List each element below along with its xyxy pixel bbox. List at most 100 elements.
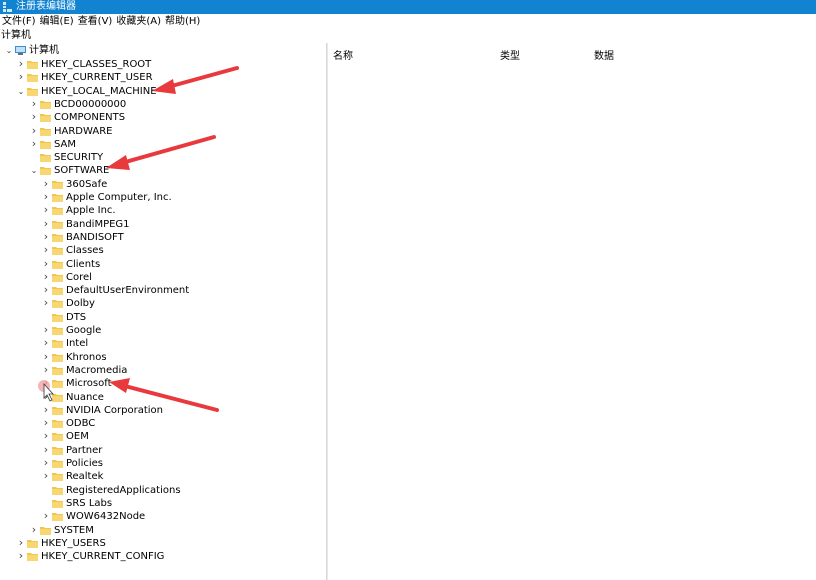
window-title: 注册表编辑器 xyxy=(16,1,76,12)
folder-icon xyxy=(52,499,63,508)
chevron-right-icon[interactable]: › xyxy=(41,391,51,403)
menu-help[interactable]: 帮助(H) xyxy=(163,14,202,29)
tree-key-label: DefaultUserEnvironment xyxy=(66,285,190,297)
chevron-right-icon[interactable]: › xyxy=(41,178,51,190)
folder-icon xyxy=(52,340,63,349)
values-list[interactable]: 名称 类型 数据 xyxy=(329,43,816,580)
tree-key-label: SRS Labs xyxy=(66,497,113,509)
chevron-right-icon[interactable]: › xyxy=(41,284,51,296)
folder-icon xyxy=(52,327,63,335)
chevron-right-icon[interactable]: › xyxy=(41,510,51,522)
tree-key-label: Apple Inc. xyxy=(66,205,116,217)
chevron-right-icon[interactable]: › xyxy=(41,271,51,283)
chevron-right-icon[interactable]: › xyxy=(16,550,26,562)
folder-icon xyxy=(52,420,63,429)
tree-key-label: Macromedia xyxy=(66,364,128,376)
tree-key-label: BANDISOFT xyxy=(66,231,124,243)
chevron-right-icon[interactable]: › xyxy=(41,218,51,230)
folder-icon xyxy=(40,100,51,109)
tree-key-label: HKEY_USERS xyxy=(41,537,106,549)
chevron-right-icon[interactable]: › xyxy=(41,444,51,456)
chevron-right-icon[interactable]: › xyxy=(41,377,51,389)
folder-icon xyxy=(52,194,63,202)
chevron-right-icon[interactable]: › xyxy=(16,537,26,549)
tree-key-label: HARDWARE xyxy=(54,125,113,137)
chevron-right-icon[interactable]: › xyxy=(29,138,39,150)
tree-key-label: SECURITY xyxy=(54,152,104,164)
chevron-right-icon[interactable]: › xyxy=(41,417,51,429)
pane-splitter[interactable] xyxy=(326,43,328,580)
chevron-right-icon[interactable]: › xyxy=(16,58,26,70)
folder-icon xyxy=(40,526,51,535)
chevron-right-icon[interactable]: › xyxy=(41,191,51,203)
folder-icon xyxy=(52,433,63,442)
folder-icon xyxy=(52,406,63,415)
folder-icon xyxy=(27,553,38,562)
tree-key-label: WOW6432Node xyxy=(66,511,146,523)
address-bar[interactable]: 计算机 xyxy=(0,29,816,43)
chevron-right-icon[interactable]: › xyxy=(29,111,39,123)
chevron-right-icon[interactable]: › xyxy=(29,524,39,536)
chevron-right-icon[interactable]: › xyxy=(16,71,26,83)
address-path: 计算机 xyxy=(1,30,31,41)
tree-key-label: 360Safe xyxy=(66,178,108,190)
folder-icon xyxy=(52,273,63,282)
chevron-down-icon[interactable]: ⌄ xyxy=(29,165,39,176)
tree-key-label: HKEY_CLASSES_ROOT xyxy=(41,59,152,70)
tree-key-label: OEM xyxy=(66,431,89,443)
column-header-data[interactable]: 数据 xyxy=(594,47,614,62)
folder-icon xyxy=(52,353,63,362)
folder-icon xyxy=(52,207,63,216)
chevron-down-icon[interactable]: ⌄ xyxy=(16,86,26,97)
chevron-down-icon[interactable]: ⌄ xyxy=(4,45,14,56)
column-header-name[interactable]: 名称 xyxy=(333,47,353,62)
chevron-right-icon[interactable]: › xyxy=(41,457,51,469)
column-header-type[interactable]: 类型 xyxy=(500,47,520,62)
folder-icon xyxy=(27,87,38,96)
tree-key-label: Apple Computer, Inc. xyxy=(66,192,172,203)
tree-key-label: Khronos xyxy=(66,351,107,363)
menu-edit[interactable]: 编辑(E) xyxy=(38,14,76,29)
folder-icon xyxy=(52,180,63,189)
tree-key-label: Intel xyxy=(66,338,89,350)
folder-icon xyxy=(52,233,63,242)
chevron-right-icon[interactable]: › xyxy=(41,244,51,256)
tree-key-label: Policies xyxy=(66,458,103,469)
menu-view[interactable]: 查看(V) xyxy=(76,14,115,29)
folder-icon xyxy=(27,74,38,83)
chevron-right-icon[interactable]: › xyxy=(41,430,51,442)
tree-key-label: COMPONENTS xyxy=(54,112,126,124)
chevron-right-icon[interactable]: › xyxy=(41,258,51,270)
tree-key-label: DTS xyxy=(66,311,87,323)
tree-key-label: Google xyxy=(66,325,102,336)
tree-key-label: HKEY_CURRENT_USER xyxy=(41,72,153,84)
chevron-right-icon[interactable]: › xyxy=(29,125,39,137)
chevron-right-icon[interactable]: › xyxy=(41,470,51,482)
folder-icon xyxy=(52,486,63,495)
chevron-right-icon[interactable]: › xyxy=(41,231,51,243)
menu-file[interactable]: 文件(F) xyxy=(0,14,38,29)
folder-icon xyxy=(52,366,63,375)
folder-icon xyxy=(52,393,63,402)
menu-favorites[interactable]: 收藏夹(A) xyxy=(114,14,163,29)
chevron-right-icon[interactable]: › xyxy=(41,297,51,309)
folder-icon xyxy=(52,220,63,229)
tree-key-label: SYSTEM xyxy=(54,524,94,536)
chevron-right-icon[interactable]: › xyxy=(41,351,51,363)
chevron-right-icon[interactable]: › xyxy=(41,364,51,376)
chevron-right-icon[interactable]: › xyxy=(41,324,51,336)
folder-icon xyxy=(52,380,63,389)
tree-key-label: Classes xyxy=(66,245,104,257)
registry-tree[interactable]: ⌄ 计算机 › HKEY_CLASSES_ROOT › HKEY_CURRENT_US… xyxy=(0,43,326,580)
chevron-right-icon[interactable]: › xyxy=(29,98,39,110)
title-bar: 注册表编辑器 xyxy=(0,0,816,14)
folder-icon xyxy=(52,460,63,468)
folder-icon xyxy=(40,114,51,123)
chevron-right-icon[interactable]: › xyxy=(41,404,51,416)
folder-icon xyxy=(40,154,51,163)
chevron-right-icon[interactable]: › xyxy=(41,204,51,216)
tree-key-label: NVIDIA Corporation xyxy=(66,404,164,416)
chevron-right-icon[interactable]: › xyxy=(41,337,51,349)
